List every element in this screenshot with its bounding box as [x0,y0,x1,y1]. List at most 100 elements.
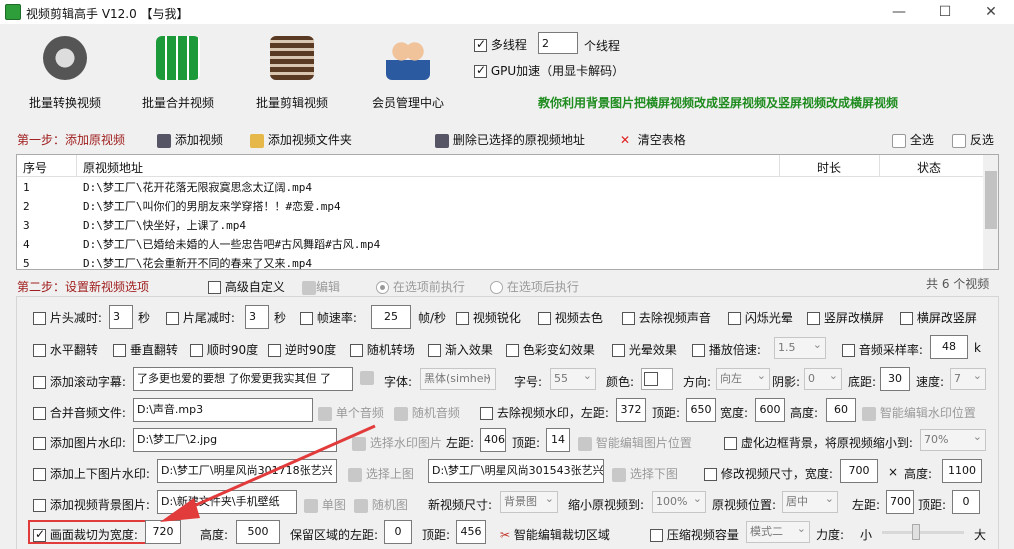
decolor-checkbox[interactable] [538,312,551,325]
direction-select[interactable]: 向左 [716,368,770,390]
v2h-checkbox[interactable] [807,312,820,325]
multithread-option[interactable]: 多线程 [474,36,527,53]
scroll-text-input[interactable]: 了多更也爱的要想 了你爱更我实其但 了 [133,367,353,391]
remove-wm-option[interactable]: 去除视频水印，左距: [480,404,609,421]
sharpen-checkbox[interactable] [456,312,469,325]
random-trans-option[interactable]: 随机转场 [350,341,415,358]
remove-audio-option[interactable]: 去除视频声音 [622,309,711,326]
table-row[interactable]: 1 D:\梦工厂\花开花落无限寂寞思念太辽阔.mp4 [17,178,983,197]
add-folder-button[interactable]: 添加视频文件夹 [250,131,352,148]
shrink-select[interactable]: 100% [652,491,706,513]
ccw90-option[interactable]: 逆时90度 [268,341,336,358]
table-row[interactable]: 3 D:\梦工厂\快坐好，上课了.mp4 [17,216,983,235]
bottom-input[interactable]: 30 [880,367,910,391]
bottom-img-input[interactable]: D:\梦工厂\明星风尚301543张艺兴 [428,459,604,483]
h2v-checkbox[interactable] [900,312,913,325]
cw90-checkbox[interactable] [190,344,203,357]
select-all-button[interactable]: 全选 [892,131,934,148]
bg-img-option[interactable]: 添加视频背景图片: [33,496,150,513]
fps-input[interactable]: 25 [371,305,411,329]
tail-cut-option[interactable]: 片尾减时: [166,309,235,326]
speed-option[interactable]: 播放倍速: [692,341,761,358]
fontsize-select[interactable]: 55 [550,368,596,390]
samplerate-option[interactable]: 音频采样率: [842,341,923,358]
wm-top-input[interactable]: 650 [686,398,716,422]
tb-wm-option[interactable]: 添加上下图片水印: [33,465,150,482]
mode-select[interactable]: 模式二 [746,521,810,543]
member-center-button[interactable]: 会员管理中心 [358,36,458,111]
flash-option[interactable]: 闪烁光晕 [728,309,793,326]
shadow-select[interactable]: 0 [804,368,842,390]
wm-left-input[interactable]: 372 [616,398,646,422]
maximize-button[interactable]: ☐ [930,2,960,22]
pos-select[interactable]: 居中 [782,491,838,513]
crop-option[interactable]: 画面裁切为宽度: [33,526,138,543]
fade-in-checkbox[interactable] [428,344,441,357]
halo-checkbox[interactable] [612,344,625,357]
speed2-select[interactable]: 7 [950,368,986,390]
color-fx-checkbox[interactable] [506,344,519,357]
fps-option[interactable]: 帧速率: [300,309,357,326]
samplerate-checkbox[interactable] [842,344,855,357]
delete-selected-button[interactable]: 删除已选择的原视频地址 [435,131,585,148]
col-path[interactable]: 原视频地址 [83,159,143,176]
after-exec-radio[interactable]: 在选项后执行 [490,278,579,295]
samplerate-input[interactable]: 48 [930,335,968,359]
blur-select[interactable]: 70% [920,429,986,451]
clear-table-button[interactable]: ✕ 清空表格 [620,131,686,148]
select-bottom-button[interactable]: 选择下图 [612,465,678,482]
img-top-input[interactable]: 14 [546,428,570,452]
compress-checkbox[interactable] [650,529,663,542]
wm-width-input[interactable]: 600 [755,398,785,422]
batch-clip-button[interactable]: 批量剪辑视频 [242,36,342,111]
minimize-button[interactable]: — [884,2,914,22]
scrollbar-thumb[interactable] [985,171,997,229]
v2h-option[interactable]: 竖屏改横屏 [807,309,884,326]
wm-height-input[interactable]: 60 [826,398,856,422]
h2v-option[interactable]: 横屏改竖屏 [900,309,977,326]
advanced-checkbox[interactable] [208,281,221,294]
add-video-button[interactable]: 添加视频 [157,131,223,148]
fps-checkbox[interactable] [300,312,313,325]
hflip-option[interactable]: 水平翻转 [33,341,98,358]
table-row[interactable]: 4 D:\梦工厂\已婚给未婚的人一些忠告吧#古风舞蹈#古风.mp4 [17,235,983,254]
blur-bg-checkbox[interactable] [724,437,737,450]
ccw90-checkbox[interactable] [268,344,281,357]
pos-left-input[interactable]: 700 [886,490,914,514]
promo-link[interactable]: 教你利用背景图片把横屏视频改成竖屏视频及竖屏视频改成横屏视频 [538,94,898,111]
col-duration[interactable]: 时长 [817,159,841,176]
strength-slider[interactable] [882,531,964,534]
flash-checkbox[interactable] [728,312,741,325]
head-cut-input[interactable]: 3 [109,305,133,329]
pos-top-input[interactable]: 0 [952,490,980,514]
img-left-input[interactable]: 406 [480,428,506,452]
radio-after[interactable] [490,281,503,294]
gpu-option[interactable]: GPU加速（用显卡解码） [474,62,624,79]
resize-checkbox[interactable] [704,468,717,481]
keep-left-input[interactable]: 0 [384,520,412,544]
random-audio-button[interactable]: 随机音频 [394,404,460,421]
radio-before[interactable] [376,281,389,294]
col-no[interactable]: 序号 [23,159,47,176]
hflip-checkbox[interactable] [33,344,46,357]
sharpen-option[interactable]: 视频锐化 [456,309,521,326]
invert-select-button[interactable]: 反选 [952,131,994,148]
table-row[interactable]: 5 D:\梦工厂\花会重新开不同的春来了又来.mp4 [17,254,983,269]
gpu-checkbox[interactable] [474,63,487,78]
smart-crop-button[interactable]: ✂ 智能编辑裁切区域 [500,526,610,543]
audio-path-input[interactable]: D:\声音.mp3 [133,398,313,422]
img-wm-checkbox[interactable] [33,437,46,450]
bg-img-checkbox[interactable] [33,499,46,512]
tail-cut-input[interactable]: 3 [245,305,269,329]
color-fx-option[interactable]: 色彩变幻效果 [506,341,595,358]
resize-width-input[interactable]: 700 [840,459,878,483]
before-exec-radio[interactable]: 在选项前执行 [376,278,465,295]
keep-top-input[interactable]: 456 [456,520,486,544]
crop-checkbox[interactable] [33,527,46,542]
tail-cut-checkbox[interactable] [166,312,179,325]
batch-convert-button[interactable]: 批量转换视频 [15,36,115,111]
img-wm-option[interactable]: 添加图片水印: [33,434,126,451]
batch-merge-button[interactable]: 批量合并视频 [128,36,228,111]
halo-option[interactable]: 光晕效果 [612,341,677,358]
edit-text-icon[interactable] [360,370,374,385]
